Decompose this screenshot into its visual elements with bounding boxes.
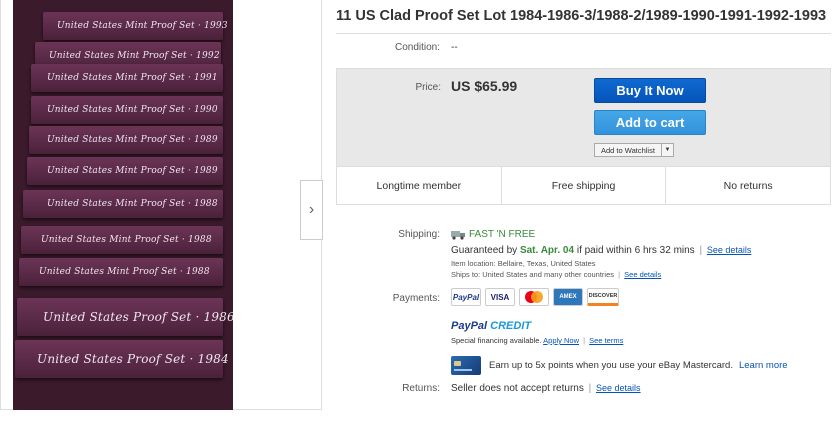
see-terms-link[interactable]: See terms [589, 336, 623, 345]
box-label: United States Mint Proof Set · 1988 [47, 199, 218, 209]
box-label: United States Proof Set · 1986 [43, 310, 233, 324]
fast-n-free: FAST 'N FREE [451, 229, 535, 240]
condition-value: -- [451, 42, 458, 53]
price-value: US $65.99 [451, 78, 518, 94]
fast-n-free-text: FAST 'N FREE [469, 229, 536, 240]
mastercard-circles [525, 291, 543, 303]
ships-to-see-details-link[interactable]: See details [624, 270, 661, 279]
proof-set-box: United States Mint Proof Set · 1991 [31, 64, 223, 92]
shipping-label: Shipping: [398, 229, 440, 240]
apply-now-link[interactable]: Apply Now [543, 336, 579, 345]
box-label: United States Mint Proof Set · 1988 [39, 267, 210, 277]
mastercard-promo: Earn up to 5x points when you use your e… [451, 356, 788, 375]
amex-icon: AMEX [553, 288, 583, 306]
credit-card-icon [451, 356, 481, 375]
add-to-watchlist-button[interactable]: Add to Watchlist ▼ [594, 143, 674, 157]
box-label: United States Mint Proof Set · 1989 [47, 135, 218, 145]
proof-set-box: United States Mint Proof Set · 1993 [43, 12, 228, 40]
visa-icon: VISA [485, 288, 515, 306]
delivery-guarantee: Guaranteed by Sat. Apr. 04 if paid withi… [451, 245, 751, 256]
financing-text: Special financing available. [451, 336, 542, 345]
divider [336, 33, 831, 34]
separator: | [699, 245, 703, 256]
add-to-cart-button[interactable]: Add to cart [594, 110, 706, 135]
badge-no-returns: No returns [723, 179, 773, 192]
guarantee-date: Sat. Apr. 04 [519, 245, 575, 256]
paypal-credit-word: PayPal [451, 320, 488, 332]
credit-word: CREDIT [490, 320, 532, 332]
payment-methods: PayPal VISA AMEX DISCOVER [451, 288, 619, 306]
box-label: United States Mint Proof Set · 1989 [47, 166, 218, 176]
seller-badges: Longtime member Free shipping No returns [337, 166, 830, 204]
condition-label: Condition: [394, 42, 440, 53]
buy-it-now-button[interactable]: Buy It Now [594, 78, 706, 103]
proof-set-box: United States Mint Proof Set · 1989 [29, 126, 223, 154]
image-gallery: United States Mint Proof Set · 1993 Unit… [0, 0, 323, 410]
chevron-right-icon: › [308, 201, 315, 218]
ships-to-text: Ships to: United States and many other c… [451, 270, 615, 279]
card-art [454, 361, 472, 371]
guarantee-prefix: Guaranteed by [451, 245, 518, 256]
separator: | [588, 383, 592, 394]
box-label: United States Mint Proof Set · 1991 [47, 73, 218, 83]
mastercard-text: Earn up to 5x points when you use your e… [489, 360, 733, 371]
item-photo[interactable]: United States Mint Proof Set · 1993 Unit… [13, 0, 233, 410]
watchlist-label: Add to Watchlist [601, 146, 655, 155]
discover-icon: DISCOVER [587, 288, 619, 306]
paypal-credit-logo: PayPal CREDIT [451, 320, 531, 332]
guarantee-suffix: if paid within 6 hrs 32 mins [576, 245, 695, 256]
ships-to: Ships to: United States and many other c… [451, 270, 661, 279]
listing-page: United States Mint Proof Set · 1993 Unit… [0, 0, 835, 426]
returns-label: Returns: [402, 383, 440, 394]
proof-set-box: United States Mint Proof Set · 1988 [21, 226, 223, 254]
proof-set-box: United States Mint Proof Set · 1990 [31, 96, 223, 124]
box-label: United States Mint Proof Set · 1992 [49, 51, 220, 61]
truck-icon [451, 230, 465, 240]
financing-line: Special financing available. Apply Now |… [451, 336, 623, 345]
proof-set-box: United States Mint Proof Set · 1989 [27, 157, 223, 185]
shipping-see-details-link[interactable]: See details [707, 245, 752, 255]
mastercard-icon [519, 288, 549, 306]
returns-policy: Seller does not accept returns | See det… [451, 383, 641, 394]
box-label: United States Mint Proof Set · 1990 [47, 105, 218, 115]
price-label: Price: [415, 82, 441, 93]
badge-longtime-member: Longtime member [337, 167, 502, 204]
box-label: United States Proof Set · 1984 [37, 352, 229, 366]
separator: | [618, 270, 621, 279]
item-location: Item location: Bellaire, Texas, United S… [451, 259, 596, 268]
returns-see-details-link[interactable]: See details [596, 383, 641, 393]
separator: | [583, 336, 586, 345]
returns-text: Seller does not accept returns [451, 383, 584, 394]
box-label: United States Mint Proof Set · 1993 [57, 21, 228, 31]
proof-set-box: United States Mint Proof Set · 1988 [23, 190, 223, 218]
paypal-icon: PayPal [451, 288, 481, 306]
proof-set-box: United States Proof Set · 1984 [15, 340, 229, 378]
box-label: United States Mint Proof Set · 1988 [41, 235, 212, 245]
proof-set-box: United States Proof Set · 1986 [17, 298, 233, 336]
next-image-button[interactable]: › [300, 180, 323, 240]
chevron-down-icon[interactable]: ▼ [660, 144, 673, 156]
learn-more-link[interactable]: Learn more [739, 360, 788, 371]
payments-label: Payments: [392, 293, 440, 304]
price-box: Price: US $65.99 Buy It Now Add to cart … [336, 68, 831, 205]
badge-free-shipping: Free shipping [502, 167, 667, 204]
proof-set-box: United States Mint Proof Set · 1988 [19, 258, 223, 286]
item-title: 11 US Clad Proof Set Lot 1984-1986-3/198… [336, 8, 827, 24]
